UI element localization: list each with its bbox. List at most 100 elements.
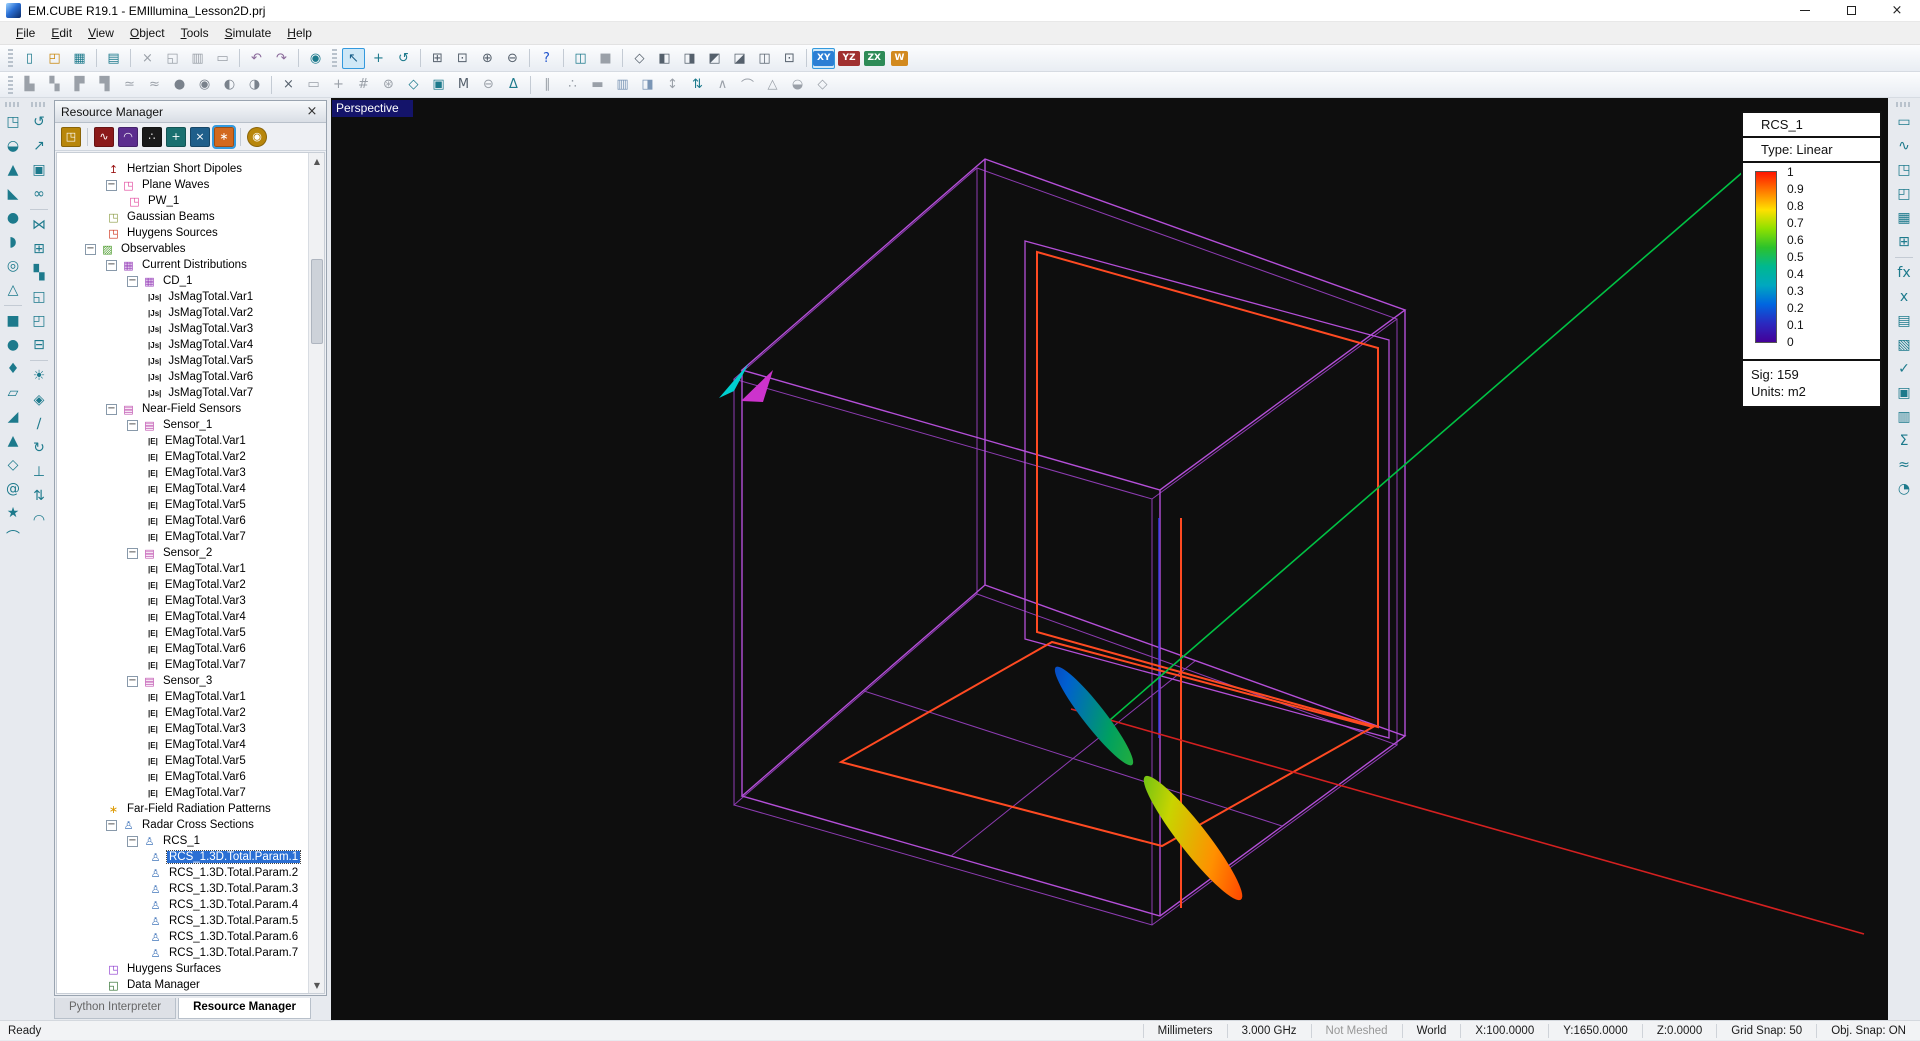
tree-item-emagtotal-var4[interactable]: |E| EMagTotal.Var4 [57,481,308,497]
scene-canvas[interactable] [331,98,1888,1020]
waveform-view-button[interactable]: ∿ [1893,134,1915,158]
dome-tool-button[interactable]: ◒ [786,74,809,95]
tree-item-cd-1[interactable]: − ▦ CD_1 [57,273,308,289]
status-obj-snap[interactable]: Obj. Snap: ON [1816,1023,1920,1038]
status-grid-snap[interactable]: Grid Snap: 50 [1716,1023,1816,1038]
polygon-tool-button[interactable]: △ [761,74,784,95]
view-left-button[interactable]: ◩ [703,48,726,69]
zoom-in-button[interactable]: ⊕ [476,48,499,69]
tree-item-pw-1[interactable]: ◳ PW_1 [57,193,308,209]
checker-pattern-button[interactable]: ▚ [28,261,50,285]
tree-item-huygens-surfaces[interactable]: ◳ Huygens Surfaces [57,961,308,977]
cut-button[interactable]: × [136,48,159,69]
orbit-tool-button[interactable]: ↺ [392,48,415,69]
copy-button[interactable]: ◱ [161,48,184,69]
plane-yz-button[interactable]: YZ [837,48,860,69]
tree-item-jsmagtotal-var3[interactable]: |Js| JsMagTotal.Var3 [57,321,308,337]
draw-cylinder-button[interactable]: ◒ [2,134,24,158]
new-project-button[interactable]: ▯ [18,48,41,69]
tree-item-emagtotal-var7[interactable]: |E| EMagTotal.Var7 [57,657,308,673]
angle-button[interactable]: ∧ [711,74,734,95]
delete-object-button[interactable]: × [277,74,300,95]
draw-circle-button[interactable]: ● [2,333,24,357]
image-view-button[interactable]: ▣ [1893,381,1915,405]
draw-ellipsoid-button[interactable]: ◗ [2,230,24,254]
scroll-up-icon[interactable]: ▲ [309,153,324,169]
module-picasso-button[interactable]: ◠ [118,126,138,147]
menu-object[interactable]: Object [122,23,173,43]
mesh-delta-button[interactable]: Δ [502,74,525,95]
point-set-button[interactable]: ∴ [561,74,584,95]
bounding-box-button[interactable]: ▭ [302,74,325,95]
tree-item-jsmagtotal-var1[interactable]: |Js| JsMagTotal.Var1 [57,289,308,305]
toolbar-grip[interactable] [8,75,13,94]
save-button[interactable]: ▦ [68,48,91,69]
tree-expand-toggle[interactable]: − [106,819,117,831]
rotate-object-button[interactable]: ↺ [28,110,50,134]
document-view-button[interactable]: ▤ [1893,309,1915,333]
tree-item-emagtotal-var7[interactable]: |E| EMagTotal.Var7 [57,785,308,801]
tree-expand-toggle[interactable]: − [85,243,96,255]
tree-item-sensor-3[interactable]: − ▤ Sensor_3 [57,673,308,689]
delete-button[interactable]: ▭ [211,48,234,69]
half-left-button[interactable]: ◐ [218,74,241,95]
toolbar-grip[interactable] [1896,102,1912,107]
zoom-window-button[interactable]: ⊞ [426,48,449,69]
tree-item-jsmagtotal-var6[interactable]: |Js| JsMagTotal.Var6 [57,369,308,385]
move-object-button[interactable]: ↗ [28,134,50,158]
tree-item-rcs-1-3d-total-param-2[interactable]: ♙ RCS_1.3D.Total.Param.2 [57,865,308,881]
tree-item-emagtotal-var2[interactable]: |E| EMagTotal.Var2 [57,577,308,593]
plane-xy-button[interactable]: XY [812,47,836,69]
ruler-measure-button[interactable]: ▭ [1893,110,1915,134]
variable-x-button[interactable]: x [1893,285,1915,309]
tree-scrollbar[interactable]: ▲ ▼ [308,153,324,993]
draw-triangle-button[interactable]: ▲ [2,429,24,453]
tree-item-emagtotal-var7[interactable]: |E| EMagTotal.Var7 [57,529,308,545]
draw-right-triangle-button[interactable]: ◢ [2,405,24,429]
overlap-shapes-button[interactable]: ◰ [28,309,50,333]
sweep-button[interactable]: ▜ [93,74,116,95]
tree-item-emagtotal-var2[interactable]: |E| EMagTotal.Var2 [57,449,308,465]
draw-hexagon-button[interactable]: ◇ [2,453,24,477]
module-illumina-button[interactable]: ∗ [212,124,236,149]
swap-order-button[interactable]: ⇅ [28,484,50,508]
checklist-button[interactable]: ✓ [1893,357,1915,381]
menu-file[interactable]: File [8,23,43,43]
close-button[interactable]: × [1874,0,1920,22]
plane-w-button[interactable]: W [888,48,911,69]
tree-expand-toggle[interactable]: − [127,547,138,559]
tree-item-emagtotal-var5[interactable]: |E| EMagTotal.Var5 [57,625,308,641]
tab-resource-manager[interactable]: Resource Manager [178,998,311,1019]
tree-item-emagtotal-var6[interactable]: |E| EMagTotal.Var6 [57,641,308,657]
draw-sphere-button[interactable]: ● [2,206,24,230]
tree-item-emagtotal-var4[interactable]: |E| EMagTotal.Var4 [57,609,308,625]
flatten-button[interactable]: ≃ [118,74,141,95]
module-libera-button[interactable]: ∴ [142,126,162,147]
mesh-grid-button[interactable]: ▦ [1893,206,1915,230]
draw-curve-button[interactable]: ⌒ [2,525,24,549]
tree-item-current-distributions[interactable]: − ▦ Current Distributions [57,257,308,273]
toolbar-grip[interactable] [332,49,337,67]
menu-edit[interactable]: Edit [43,23,80,43]
draw-ellipse-button[interactable]: ▱ [2,381,24,405]
tree-item-jsmagtotal-var4[interactable]: |Js| JsMagTotal.Var4 [57,337,308,353]
tree-item-data-manager[interactable]: ◱ Data Manager [57,977,308,993]
tree-item-emagtotal-var1[interactable]: |E| EMagTotal.Var1 [57,433,308,449]
mirror-object-button[interactable]: ⋈ [28,213,50,237]
extrude-up-button[interactable]: ▙ [18,74,41,95]
array-grid-button[interactable]: ⊞ [28,237,50,261]
tree-item-emagtotal-var1[interactable]: |E| EMagTotal.Var1 [57,689,308,705]
parallel-lines-button[interactable]: ∥ [536,74,559,95]
vertex-diamond-button[interactable]: ◇ [402,74,425,95]
draw-teardrop-button[interactable]: ♦ [2,357,24,381]
pie-chart-button[interactable]: ◔ [1893,477,1915,501]
pan-tool-button[interactable]: + [367,48,390,69]
viewport-3d[interactable]: Perspective RCS_1 Type: Linear 1 0.9 0.8 0.… [331,98,1888,1020]
render-mode-button[interactable]: ■ [594,48,617,69]
smooth-button[interactable]: ≈ [143,74,166,95]
panel-header[interactable]: Resource Manager × [55,101,326,123]
solid-view-button[interactable]: ▣ [427,74,450,95]
toolbar-grip[interactable] [31,102,47,107]
tree-item-rcs-1[interactable]: − ♙ RCS_1 [57,833,308,849]
module-selector-button[interactable]: ◉ [247,126,267,147]
